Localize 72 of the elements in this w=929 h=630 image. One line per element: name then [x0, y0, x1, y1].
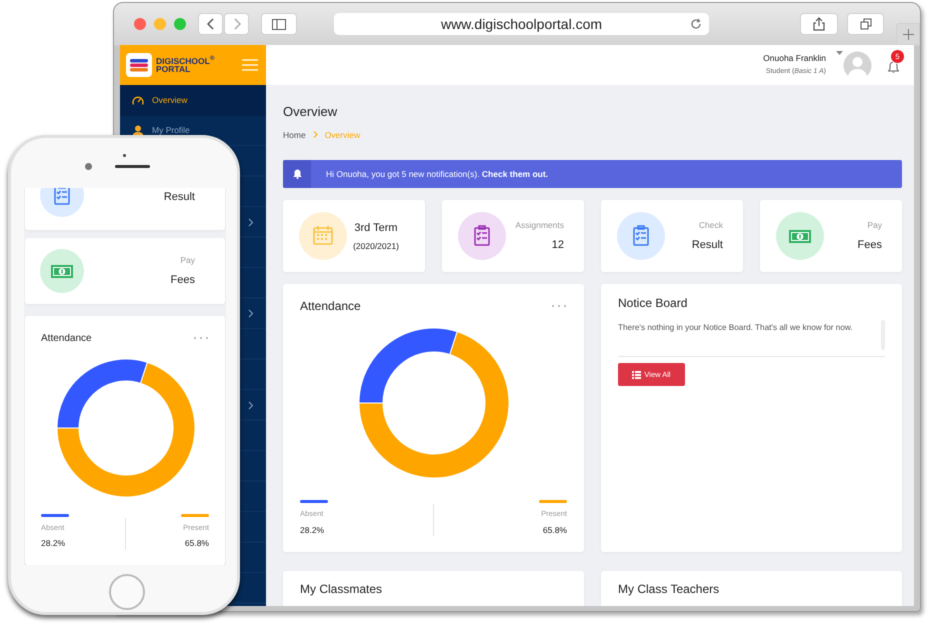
address-bar[interactable]: www.digischoolportal.com [334, 13, 709, 35]
stat-card[interactable]: Result [25, 188, 225, 230]
clipboard-icon [617, 212, 665, 260]
stat-value: 12 [550, 238, 564, 253]
logo-icon [126, 53, 152, 77]
legend-value: 28.2% [41, 537, 66, 550]
chevron-right-icon[interactable] [248, 218, 254, 227]
more-icon[interactable] [193, 336, 209, 340]
chevron-right-icon [232, 18, 240, 30]
share-button[interactable] [800, 13, 838, 35]
stat-value: Fees [170, 272, 195, 288]
user-name: Onuoha Franklin [763, 52, 826, 66]
bell-icon [292, 169, 302, 180]
card-title: My Class Teachers [618, 581, 720, 598]
calendar-icon [299, 212, 347, 260]
stat-value: Fees [856, 238, 882, 253]
term-title: 3rd Term [353, 220, 399, 236]
new-tab-button[interactable] [896, 23, 920, 45]
share-icon [813, 17, 825, 31]
window-control-icon[interactable] [134, 18, 146, 30]
gauge-icon [132, 94, 144, 106]
stat-card[interactable]: Pay Fees [25, 238, 225, 304]
back-button[interactable] [198, 13, 223, 35]
stat-value: Result [162, 190, 195, 206]
legend-value: 65.8% [542, 524, 567, 536]
logo-text: PORTAL [156, 65, 190, 74]
banknote-icon [40, 249, 84, 293]
tabs-icon [860, 18, 872, 30]
sensor-icon [123, 154, 126, 157]
tabs-button[interactable] [847, 13, 884, 35]
stat-label: Assignments [514, 219, 564, 232]
page-title: Overview [283, 103, 338, 121]
sidebar-icon [272, 18, 286, 30]
banknote-icon [776, 212, 824, 260]
sidebar-button[interactable] [261, 13, 297, 35]
alert-message: Hi Onuoha, you got 5 new notification(s). Check them out. [326, 168, 548, 181]
bell-icon[interactable] [888, 61, 899, 73]
chevron-right-icon[interactable] [248, 400, 254, 410]
stat-value: Result [690, 238, 723, 253]
legend-value: 65.8% [184, 537, 209, 550]
card-title: Notice Board [618, 295, 688, 312]
stat-card[interactable]: Check Result [601, 200, 743, 272]
stat-label: Pay [179, 254, 195, 267]
caret-icon[interactable] [836, 50, 843, 54]
term-years: (2020/2021) [352, 240, 400, 253]
menu-icon[interactable] [242, 59, 258, 71]
chevron-right-icon [312, 131, 318, 138]
list-icon [632, 370, 642, 379]
more-icon[interactable] [551, 304, 567, 308]
stat-card[interactable]: Pay Fees [760, 200, 902, 272]
speaker-icon [115, 165, 150, 168]
legend-value: 28.2% [300, 524, 324, 536]
stat-card[interactable]: Assignments 12 [442, 200, 584, 272]
chevron-right-icon[interactable] [248, 309, 254, 318]
stat-label: Pay [866, 219, 882, 232]
camera-icon [85, 163, 92, 170]
breadcrumb-link[interactable]: Home [283, 128, 306, 142]
card-title: Attendance [41, 332, 92, 346]
notice-message: There's nothing in your Notice Board. That's all we know for now. [618, 322, 854, 334]
card-title: Attendance [300, 298, 361, 316]
stat-label: Check [698, 219, 723, 232]
sidebar-item[interactable]: My Profile [152, 124, 190, 138]
sidebar-label: Overview [152, 94, 188, 107]
url-text: www.digischoolportal.com [440, 14, 602, 34]
plus-icon [902, 28, 914, 40]
sidebar-item[interactable]: Overview [120, 85, 266, 116]
card-title: My Classmates [300, 581, 384, 598]
chevron-left-icon [206, 18, 214, 30]
clipboard-icon [458, 212, 506, 260]
reload-icon[interactable] [690, 18, 702, 30]
logo-text: DIGISCHOOL$^{®}$ [156, 56, 215, 65]
stat-card[interactable]: 3rd Term (2020/2021) [283, 200, 425, 272]
